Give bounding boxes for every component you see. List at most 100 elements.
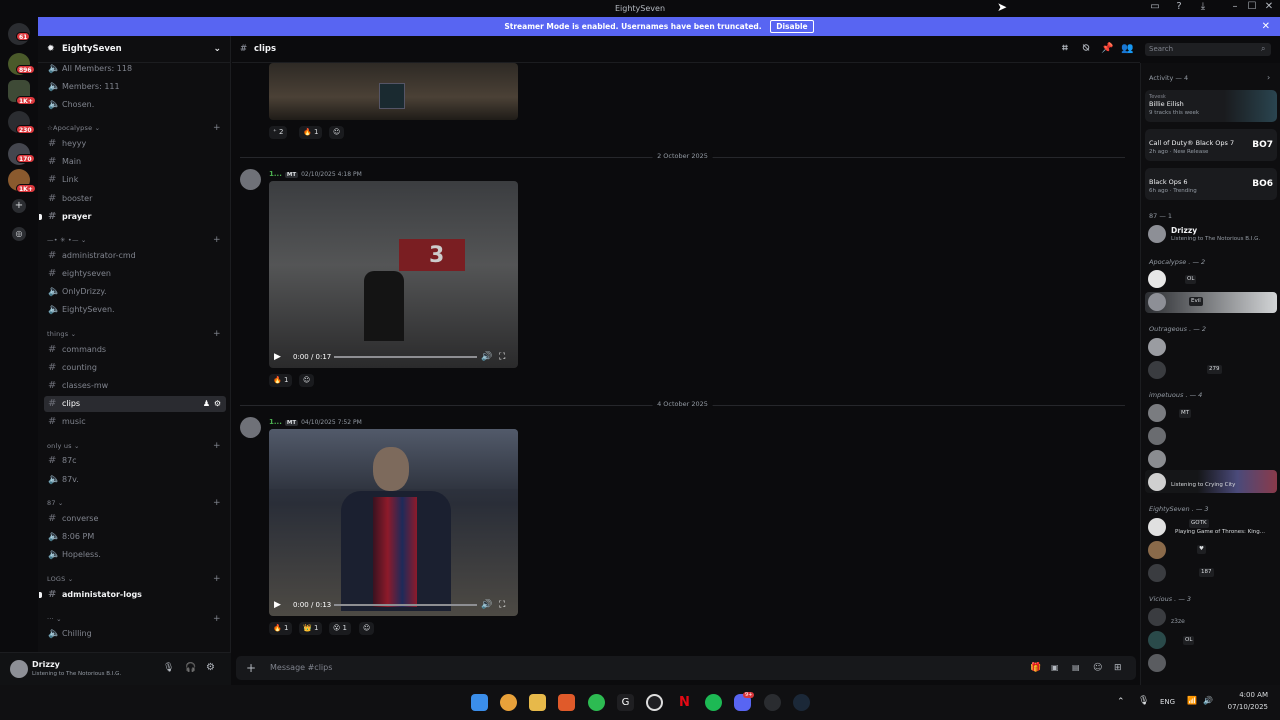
channel-item-selected[interactable]: # clips ♟ ⚙	[44, 396, 226, 412]
progress-bar[interactable]	[334, 604, 477, 606]
add-channel-icon[interactable]: +	[213, 614, 221, 624]
pin-icon[interactable]: 📌	[1101, 43, 1113, 55]
member-avatar[interactable]	[1148, 293, 1166, 311]
fullscreen-icon[interactable]: ⛶	[499, 346, 505, 368]
member-avatar[interactable]	[1148, 473, 1166, 491]
video-player[interactable]: ▶ 0:00 / 0:13 🔊 ⛶	[269, 429, 518, 616]
brave-icon[interactable]	[558, 694, 575, 711]
author-name[interactable]: 1...	[269, 418, 282, 426]
reaction[interactable]: ⁺ 2	[269, 126, 288, 139]
add-reaction-icon[interactable]: ☺	[359, 622, 375, 635]
channel-item[interactable]: # eightyseven	[44, 266, 226, 282]
member-avatar[interactable]	[1148, 338, 1166, 356]
channel-item[interactable]: 🔈 Hopeless.	[44, 547, 226, 563]
member-avatar[interactable]	[1148, 270, 1166, 288]
video-player[interactable]: 3 ▶ 0:00 / 0:17 🔊 ⛶	[269, 181, 518, 368]
fullscreen-icon[interactable]: ⛶	[499, 594, 505, 616]
channel-item[interactable]: # converse	[44, 511, 226, 527]
member-avatar[interactable]	[1148, 427, 1166, 445]
add-reaction-icon[interactable]: ☺	[299, 374, 315, 387]
channel-item[interactable]: # counting	[44, 360, 226, 376]
inbox-icon[interactable]: ▭	[1144, 1, 1166, 16]
member-avatar[interactable]	[1148, 564, 1166, 582]
reaction[interactable]: 🔥 1	[269, 374, 293, 387]
avatar[interactable]	[10, 660, 28, 678]
avatar[interactable]	[240, 169, 261, 190]
channel-item[interactable]: # Link	[44, 172, 226, 188]
emoji-icon[interactable]: ☺	[1093, 656, 1102, 680]
channel-item[interactable]: 🔈 8:06 PM	[44, 529, 226, 545]
add-channel-icon[interactable]: +	[213, 498, 221, 508]
close-window-button[interactable]: ✕	[1258, 1, 1280, 16]
message-input[interactable]: + Message #clips 🎁 ▣ ▤ ☺ ⊞	[236, 656, 1136, 680]
steam-icon[interactable]	[793, 694, 810, 711]
threads-icon[interactable]: ⌗	[1059, 43, 1071, 55]
member-avatar[interactable]	[1148, 225, 1166, 243]
category-apocalypse[interactable]: ☆Apocalypse ⌄ +	[47, 123, 221, 133]
headphones-icon[interactable]: 🎧	[185, 663, 196, 673]
channel-item[interactable]: 🔈 Chilling	[44, 626, 226, 642]
app-icon[interactable]	[646, 694, 663, 711]
spotify-icon[interactable]	[705, 694, 722, 711]
search-input[interactable]: Search	[1145, 43, 1271, 56]
whatsapp-icon[interactable]	[588, 694, 605, 711]
clock-date[interactable]: 07/10/2025	[1222, 703, 1268, 711]
plus-icon[interactable]: +	[246, 656, 256, 680]
member-avatar[interactable]	[1148, 631, 1166, 649]
channel-item[interactable]: # booster	[44, 191, 226, 207]
chrome-icon[interactable]	[500, 694, 517, 711]
gear-icon[interactable]: ⚙	[214, 396, 221, 412]
channel-item[interactable]: 🔈 EightySeven.	[44, 302, 226, 318]
app-icon[interactable]	[764, 694, 781, 711]
category-2[interactable]: —• ✳ •— ⌄ +	[47, 235, 221, 245]
member-name[interactable]: Drizzy	[1171, 226, 1197, 235]
member-avatar[interactable]	[1148, 361, 1166, 379]
member-avatar[interactable]	[1148, 404, 1166, 422]
reaction[interactable]: 🔥 1	[299, 126, 323, 139]
gif-icon[interactable]: ▣	[1051, 656, 1059, 680]
progress-bar[interactable]	[334, 356, 477, 358]
help-icon[interactable]: ?	[1168, 1, 1190, 16]
play-icon[interactable]: ▶	[274, 594, 281, 616]
category-87[interactable]: 87 ⌄ +	[47, 498, 221, 508]
member-avatar[interactable]	[1148, 518, 1166, 536]
add-channel-icon[interactable]: +	[213, 329, 221, 339]
add-channel-icon[interactable]: +	[213, 574, 221, 584]
avatar[interactable]	[240, 417, 261, 438]
add-server-icon[interactable]: +	[12, 199, 26, 213]
chevron-down-icon[interactable]: ⌄	[213, 36, 221, 63]
file-explorer-icon[interactable]	[529, 694, 546, 711]
channel-item[interactable]: # administator-logs	[44, 587, 226, 603]
channel-item[interactable]: # music	[44, 414, 226, 430]
activity-card[interactable]: Black Ops 6 6h ago · Trending BO6	[1145, 168, 1277, 200]
windows-start-icon[interactable]	[471, 694, 488, 711]
notifications-icon[interactable]: ⍉	[1080, 43, 1092, 55]
microphone-icon[interactable]: 🎙	[1138, 696, 1149, 706]
add-reaction-icon[interactable]: ☺	[329, 126, 345, 139]
channel-item[interactable]: # prayer	[44, 209, 226, 225]
apps-icon[interactable]: ⊞	[1114, 656, 1122, 680]
category-logs[interactable]: LOGS ⌄ +	[47, 574, 221, 584]
category-only-us[interactable]: only us ⌄ +	[47, 441, 221, 451]
explore-icon[interactable]: ◎	[12, 227, 26, 241]
server-header[interactable]: ✹ EightySeven ⌄	[38, 36, 231, 63]
add-channel-icon[interactable]: +	[213, 235, 221, 245]
reaction[interactable]: 🔥 1	[269, 622, 293, 635]
channel-item[interactable]: # classes-mw	[44, 378, 226, 394]
app-icon[interactable]: G	[617, 694, 634, 711]
download-icon[interactable]: ⤓	[1192, 1, 1214, 16]
microphone-icon[interactable]: 🎙	[163, 663, 174, 673]
volume-icon[interactable]: 🔊	[481, 594, 492, 616]
settings-gear-icon[interactable]: ⚙	[206, 662, 215, 673]
volume-icon[interactable]: 🔊	[481, 346, 492, 368]
channel-item[interactable]: 🔈 Chosen.	[44, 97, 226, 113]
activity-card[interactable]: Call of Duty® Black Ops 7 2h ago · New R…	[1145, 129, 1277, 161]
chevron-up-icon[interactable]: ⌃	[1117, 697, 1125, 707]
category-misc[interactable]: ··· ⌄ +	[47, 614, 221, 624]
banner-close-icon[interactable]: ✕	[1262, 17, 1270, 36]
add-channel-icon[interactable]: +	[213, 123, 221, 133]
add-member-icon[interactable]: ♟	[203, 396, 210, 412]
channel-item[interactable]: # Main	[44, 154, 226, 170]
activity-card[interactable]: Tevesk Billie Eilish 9 tracks this week	[1145, 90, 1277, 122]
channel-item[interactable]: 🔈 Members: 111	[44, 79, 226, 95]
